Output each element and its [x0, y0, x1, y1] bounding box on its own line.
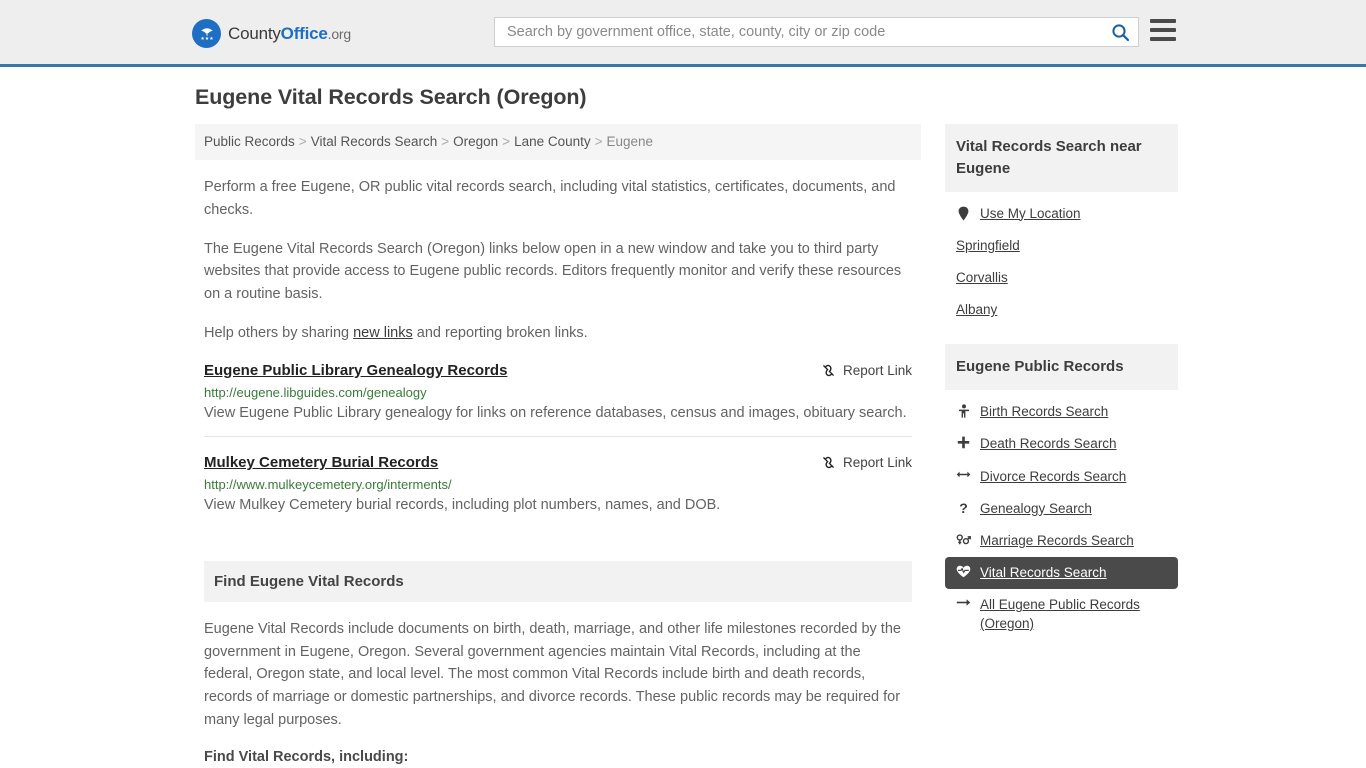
result-item: Eugene Public Library Genealogy Records … — [204, 345, 912, 437]
report-link-label: Report Link — [842, 362, 912, 378]
new-links-link[interactable]: new links — [353, 325, 413, 341]
report-link-button[interactable]: Report Link — [821, 362, 912, 378]
page-title: Eugene Vital Records Search (Oregon) — [195, 85, 587, 109]
sidebar-item-label: Birth Records Search — [980, 404, 1109, 420]
sidebar-item-corvallis[interactable]: Corvallis — [945, 262, 1178, 294]
sidebar-item-label: Divorce Records Search — [980, 468, 1127, 484]
logo-text: CountyOffice.org — [228, 24, 351, 44]
report-link-label: Report Link — [842, 455, 912, 471]
broken-link-icon — [823, 364, 834, 376]
find-section-body: Eugene Vital Records include documents o… — [204, 618, 912, 768]
sidebar-item-all-public-records[interactable]: All Eugene Public Records (Oregon) — [945, 589, 1178, 639]
breadcrumb-item-3[interactable]: Lane County — [514, 134, 591, 149]
sidebar-item-genealogy-search[interactable]: ? Genealogy Search — [945, 493, 1178, 525]
gender-symbols-icon — [956, 532, 971, 546]
result-header: Eugene Public Library Genealogy Records … — [204, 362, 912, 379]
find-section-subheading: Find Vital Records, including: — [204, 748, 409, 765]
sidebar-item-label: Marriage Records Search — [980, 533, 1134, 548]
logo-text-office: Office — [280, 23, 328, 43]
sidebar-item-label: Vital Records Search — [980, 565, 1107, 581]
search-input[interactable] — [495, 18, 1102, 46]
sidebar-item-label: All Eugene Public Records (Oregon) — [980, 597, 1140, 631]
near-search-panel: Vital Records Search near Eugene Use My … — [945, 124, 1178, 326]
cross-icon — [956, 435, 971, 449]
map-pin-icon — [956, 205, 971, 221]
site-logo[interactable]: CountyOffice.org — [192, 19, 351, 48]
report-link-button[interactable]: Report Link — [821, 454, 912, 470]
sidebar-item-label: Death Records Search — [980, 436, 1117, 452]
intro-paragraph-3: Help others by sharing new links and rep… — [204, 322, 912, 345]
site-header: CountyOffice.org — [0, 0, 1366, 67]
find-section-paragraph: Eugene Vital Records include documents o… — [204, 620, 901, 728]
result-item: Mulkey Cemetery Burial Records Report Li… — [204, 436, 912, 529]
share-text-after: and reporting broken links. — [412, 324, 588, 341]
breadcrumb: Public Records > Vital Records Search > Oreg… — [195, 124, 921, 161]
result-url[interactable]: http://www.mulkeycemetery.org/interments… — [204, 477, 912, 492]
split-arrows-icon — [956, 468, 971, 480]
sidebar-item-label: Genealogy Search — [980, 500, 1092, 516]
main-content: Public Records > Vital Records Search > Oreg… — [195, 124, 921, 768]
breadcrumb-item-current: Eugene — [606, 134, 654, 149]
intro-paragraph-2: The Eugene Vital Records Search (Oregon)… — [204, 240, 902, 303]
sidebar-item-marriage-records-search[interactable]: Marriage Records Search — [945, 525, 1178, 557]
baby-icon — [956, 403, 971, 418]
question-mark-icon: ? — [959, 499, 968, 516]
find-section-heading: Find Eugene Vital Records — [204, 560, 912, 602]
public-records-panel-heading: Eugene Public Records — [945, 344, 1178, 391]
intro-paragraph-1: Perform a free Eugene, OR public vital r… — [204, 179, 896, 218]
result-url[interactable]: http://eugene.libguides.com/genealogy — [204, 385, 912, 400]
result-title-link[interactable]: Mulkey Cemetery Burial Records — [204, 454, 438, 471]
result-title-link[interactable]: Eugene Public Library Genealogy Records — [204, 362, 507, 379]
public-records-panel: Eugene Public Records Birth Records Sear… — [945, 344, 1178, 640]
breadcrumb-item-0[interactable]: Public Records — [204, 134, 295, 149]
sidebar-item-use-my-location[interactable]: Use My Location — [945, 198, 1178, 230]
breadcrumb-separator: > — [502, 134, 511, 149]
hamburger-bar — [1150, 28, 1176, 32]
sidebar-item-death-records-search[interactable]: Death Records Search — [945, 428, 1178, 460]
hamburger-bar — [1150, 37, 1176, 41]
share-text-before: Help others by sharing — [204, 324, 354, 341]
sidebar-item-label: Use My Location — [980, 205, 1081, 221]
page-body: Eugene Vital Records Search (Oregon) Pub… — [0, 67, 1366, 768]
sidebar-item-label: Corvallis — [956, 269, 1008, 285]
near-search-panel-heading: Vital Records Search near Eugene — [945, 124, 1178, 192]
hamburger-bar — [1150, 19, 1176, 23]
breadcrumb-separator: > — [594, 134, 603, 149]
sidebar: Vital Records Search near Eugene Use My … — [945, 124, 1178, 658]
heart-pulse-icon — [956, 564, 971, 578]
result-description: View Eugene Public Library genealogy for… — [204, 404, 907, 421]
search-button[interactable] — [1102, 18, 1138, 46]
broken-link-icon — [823, 457, 834, 469]
eagle-seal-icon — [192, 19, 221, 48]
breadcrumb-item-1[interactable]: Vital Records Search — [311, 134, 438, 149]
public-records-list: Birth Records Search Death Records Searc… — [945, 390, 1178, 640]
hamburger-menu-icon[interactable] — [1150, 19, 1176, 41]
sidebar-item-springfield[interactable]: Springfield — [945, 230, 1178, 262]
sidebar-item-label: Springfield — [956, 237, 1020, 253]
sidebar-item-divorce-records-search[interactable]: Divorce Records Search — [945, 461, 1178, 493]
result-header: Mulkey Cemetery Burial Records Report Li… — [204, 454, 912, 471]
breadcrumb-separator: > — [298, 134, 307, 149]
sidebar-item-label: Albany — [956, 302, 998, 318]
search-bar[interactable] — [494, 17, 1139, 47]
logo-text-org: .org — [327, 25, 352, 42]
result-description: View Mulkey Cemetery burial records, inc… — [204, 497, 721, 514]
sidebar-item-vital-records-search[interactable]: Vital Records Search — [945, 557, 1178, 590]
sidebar-item-birth-records-search[interactable]: Birth Records Search — [945, 396, 1178, 428]
search-icon — [1111, 23, 1129, 41]
sidebar-item-albany[interactable]: Albany — [945, 294, 1178, 326]
near-search-list: Use My Location Springfield Corvallis Al… — [945, 192, 1178, 327]
arrow-right-icon — [956, 596, 971, 608]
breadcrumb-item-2[interactable]: Oregon — [453, 134, 498, 149]
breadcrumb-separator: > — [441, 134, 450, 149]
logo-text-county: County — [228, 23, 281, 43]
